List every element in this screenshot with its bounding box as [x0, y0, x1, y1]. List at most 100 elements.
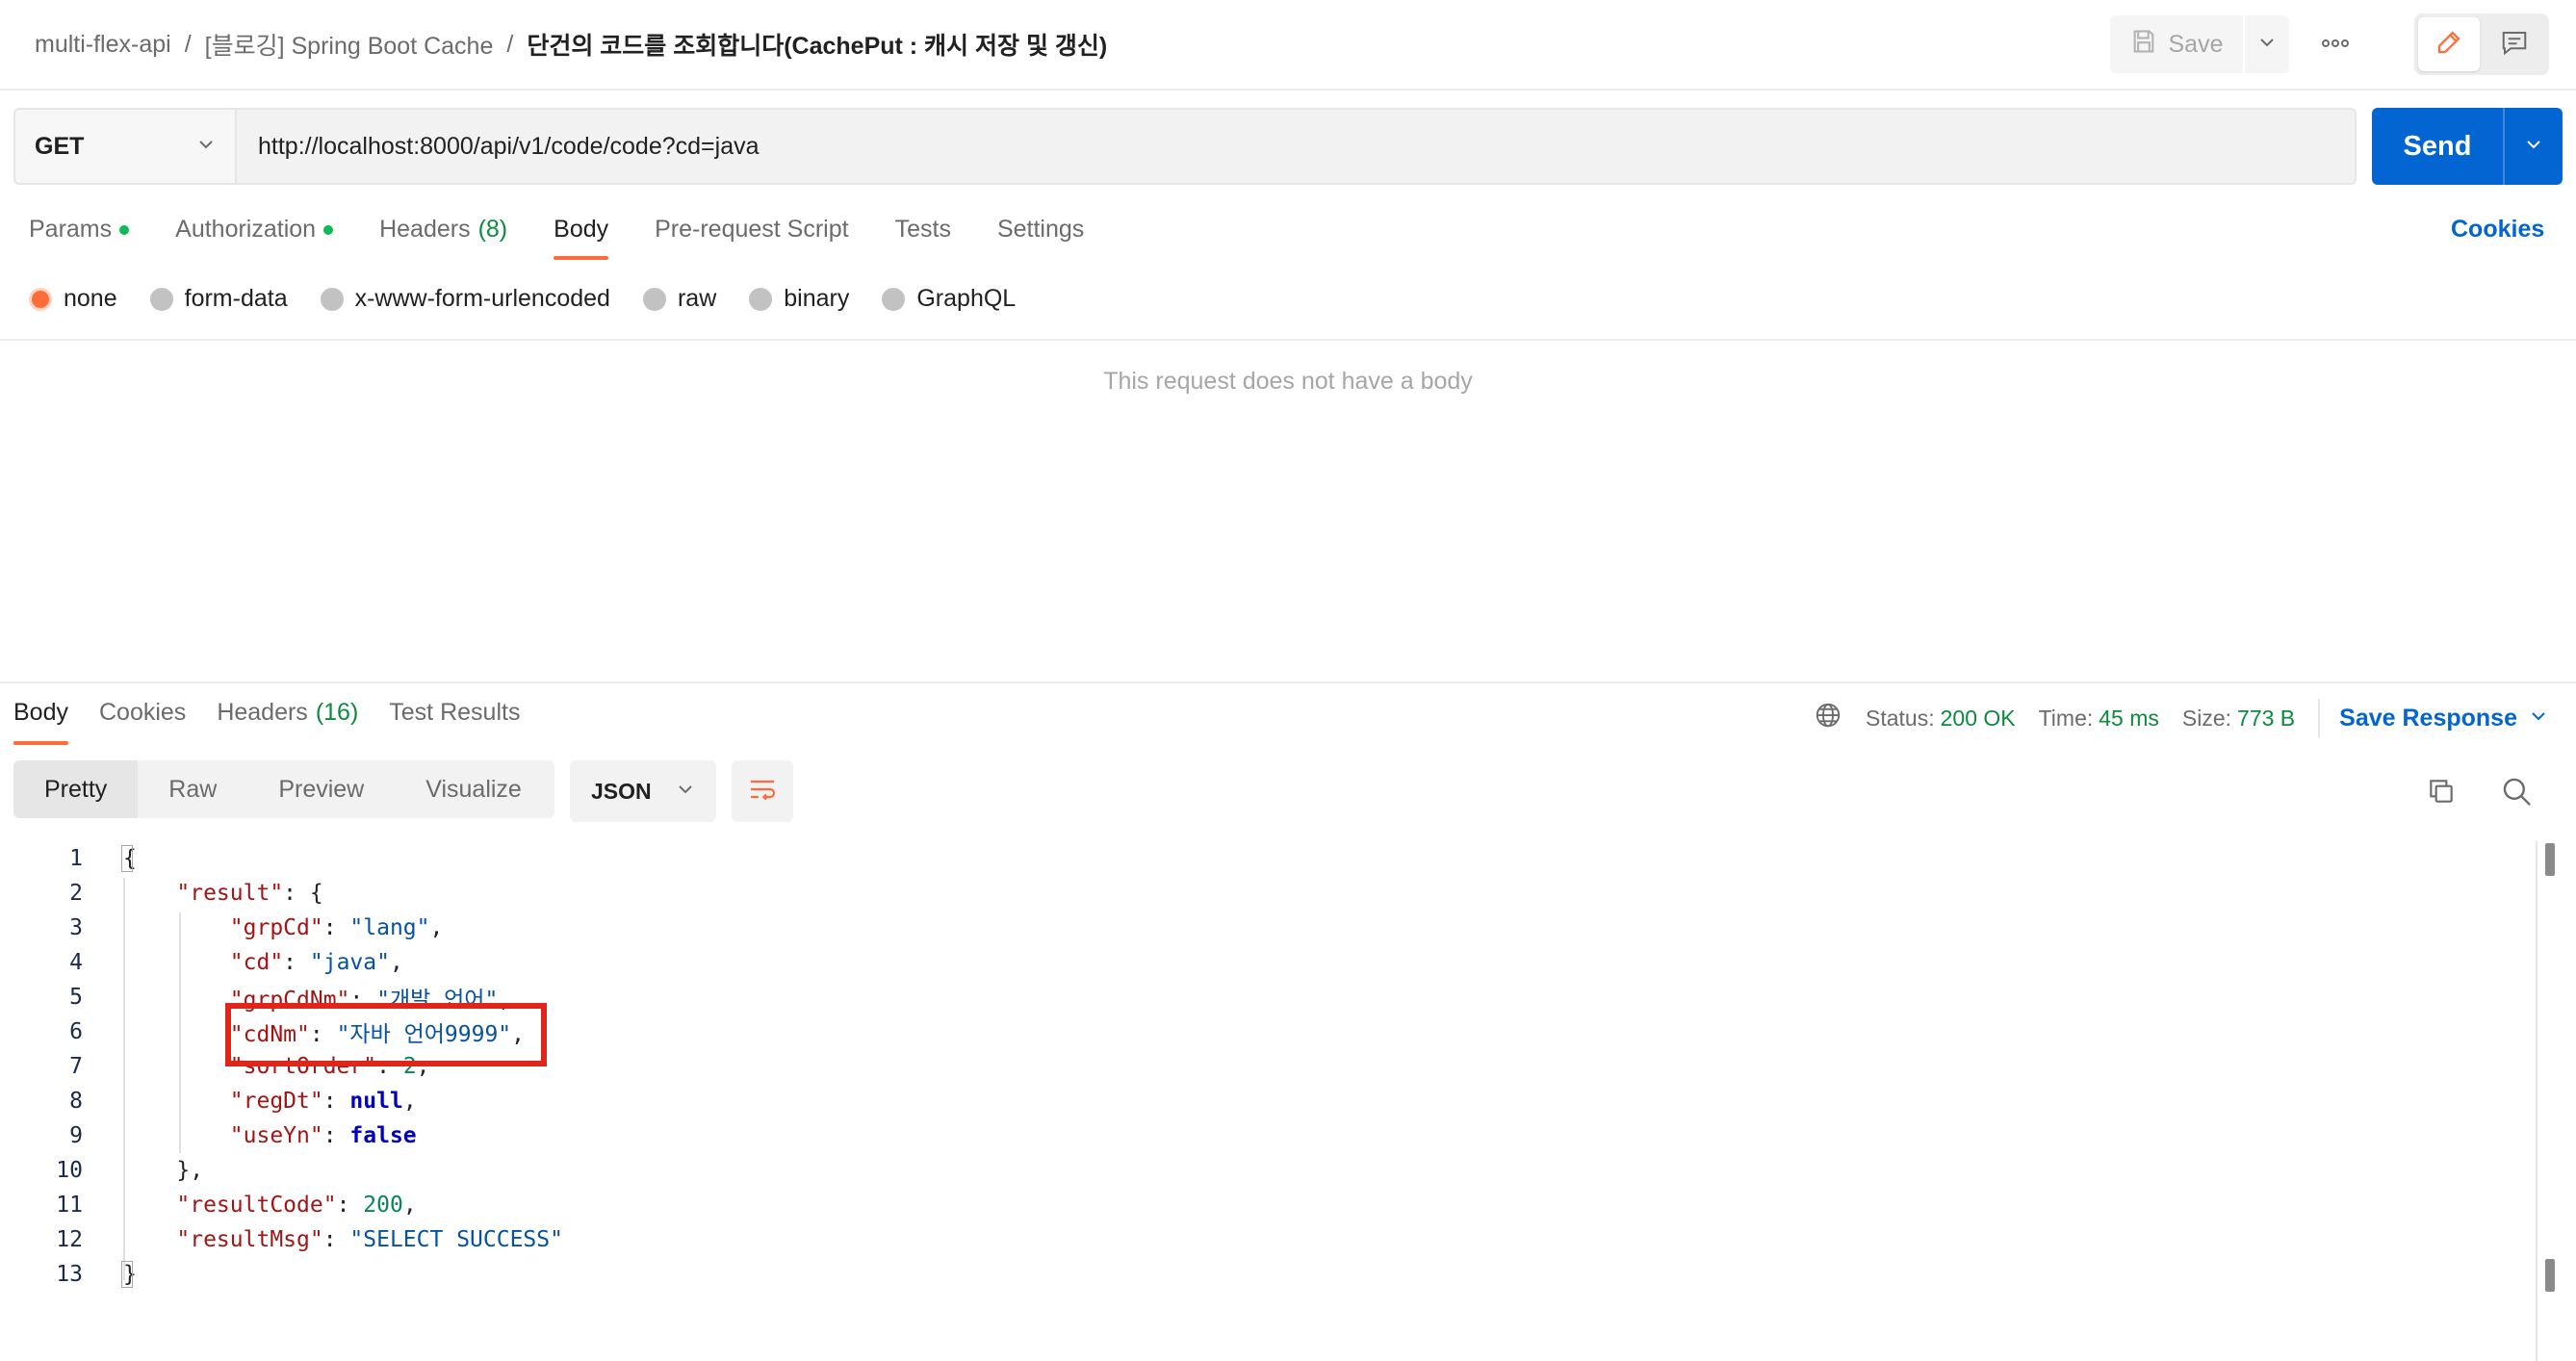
format-select[interactable]: JSON — [570, 760, 716, 822]
save-response-button[interactable]: Save Response — [2339, 705, 2548, 732]
ellipsis-icon — [2321, 36, 2350, 53]
send-options-button[interactable] — [2503, 108, 2563, 185]
radio-x-www-form-urlencoded[interactable]: x-www-form-urlencoded — [320, 285, 610, 313]
method-select[interactable]: GET — [13, 108, 237, 185]
line-number: 8 — [69, 1089, 83, 1114]
globe-icon[interactable] — [1814, 701, 1842, 735]
size-readout[interactable]: Size: 773 B — [2182, 706, 2295, 732]
code-line: 12 "resultMsg": "SELECT SUCCESS" — [0, 1222, 2541, 1257]
save-response-label: Save Response — [2339, 704, 2517, 732]
breadcrumb-folder[interactable]: [블로깅] Spring Boot Cache — [205, 27, 494, 62]
status-value: 200 OK — [1940, 705, 2016, 731]
json-key: "result" — [176, 881, 284, 906]
response-tab-test-results[interactable]: Test Results — [389, 699, 520, 745]
breadcrumb-request-name[interactable]: 단건의 코드를 조회합니다(CachePut : 캐시 저장 및 갱신) — [527, 27, 1107, 62]
radio-circle[interactable] — [882, 287, 906, 311]
send-group: Send — [2372, 108, 2563, 185]
line-number: 1 — [69, 846, 83, 871]
response-view-modes: Pretty Raw Preview Visualize — [13, 760, 554, 818]
radio-raw[interactable]: raw — [642, 285, 716, 313]
response-tabs: Body Cookies Headers (16) Test Results — [13, 699, 520, 747]
edit-mode-button[interactable] — [2418, 17, 2480, 71]
request-header: multi-flex-api / [블로깅] Spring Boot Cache… — [0, 0, 2576, 90]
more-actions-button[interactable] — [2310, 15, 2360, 73]
json-key: "regDt" — [229, 1089, 323, 1114]
code-text: }, — [123, 1158, 204, 1183]
floppy-disk-icon — [2130, 28, 2157, 62]
line-number: 7 — [69, 1054, 83, 1079]
view-mode-visualize[interactable]: Visualize — [395, 760, 553, 818]
line-number: 13 — [56, 1262, 83, 1287]
response-code-viewer[interactable]: 1 { 2 "result": { 3 "grpCd": "lang", 4 "… — [0, 841, 2541, 1292]
breadcrumb: multi-flex-api / [블로깅] Spring Boot Cache… — [35, 27, 1107, 62]
radio-circle[interactable] — [149, 287, 173, 311]
tab-body[interactable]: Body — [554, 216, 608, 262]
tab-label: Authorization — [175, 216, 317, 243]
response-tab-cookies[interactable]: Cookies — [99, 699, 186, 745]
matching-brace-marker — [121, 1261, 133, 1288]
response-tab-headers[interactable]: Headers (16) — [217, 699, 358, 745]
response-tab-body[interactable]: Body — [13, 699, 68, 745]
line-number: 2 — [69, 881, 83, 906]
tab-label: Params — [29, 216, 113, 243]
tab-pre-request-script[interactable]: Pre-request Script — [655, 216, 848, 262]
view-mode-preview[interactable]: Preview — [247, 760, 395, 818]
code-scrollbar-thumb[interactable] — [2545, 843, 2555, 876]
pane-resize-handle[interactable] — [0, 681, 2576, 683]
json-value: "lang" — [349, 915, 430, 940]
url-input[interactable] — [237, 108, 2357, 185]
copy-button[interactable] — [2422, 774, 2460, 812]
radio-circle[interactable] — [29, 287, 52, 311]
radio-circle[interactable] — [749, 287, 773, 311]
code-scrollbar-track[interactable] — [2536, 841, 2537, 1361]
wrap-lines-button[interactable] — [732, 760, 793, 822]
line-number: 9 — [69, 1123, 83, 1148]
radio-graphql[interactable]: GraphQL — [882, 285, 1016, 313]
empty-body-message: This request does not have a body — [1103, 368, 1473, 395]
code-line: 2 "result": { — [0, 876, 2541, 911]
time-readout[interactable]: Time: 45 ms — [2039, 706, 2159, 732]
indent-guide — [123, 878, 125, 1280]
save-button[interactable]: Save — [2110, 15, 2243, 73]
tab-authorization[interactable]: Authorization — [175, 216, 334, 262]
chevron-down-icon — [2529, 705, 2548, 732]
chevron-down-icon — [2257, 33, 2277, 57]
save-options-button[interactable] — [2245, 15, 2289, 73]
search-button[interactable] — [2497, 774, 2536, 812]
cookies-link[interactable]: Cookies — [2451, 216, 2544, 244]
comment-icon — [2500, 28, 2529, 62]
view-mode-pretty[interactable]: Pretty — [13, 760, 139, 818]
time-label: Time: — [2038, 705, 2094, 731]
radio-form-data[interactable]: form-data — [149, 285, 288, 313]
active-dot — [323, 225, 334, 235]
code-scrollbar-thumb[interactable] — [2545, 1259, 2555, 1292]
breadcrumb-separator: / — [506, 30, 514, 58]
code-text: "result": { — [176, 881, 323, 906]
tab-params[interactable]: Params — [29, 216, 130, 262]
divider — [2318, 699, 2321, 737]
comments-mode-button[interactable] — [2484, 17, 2545, 71]
line-number: 6 — [69, 1019, 83, 1044]
view-mode-raw[interactable]: Raw — [138, 760, 247, 818]
radio-none[interactable]: none — [29, 285, 117, 313]
active-dot — [119, 225, 130, 235]
matching-brace-marker — [121, 845, 133, 872]
radio-label: binary — [784, 285, 850, 312]
view-mode-toggle — [2414, 13, 2549, 75]
json-key: "useYn" — [229, 1123, 323, 1148]
radio-circle[interactable] — [320, 287, 344, 311]
radio-binary[interactable]: binary — [749, 285, 849, 313]
tab-headers[interactable]: Headers (8) — [379, 216, 507, 262]
code-line: 4 "cd": "java", — [0, 945, 2541, 980]
code-line: 11 "resultCode": 200, — [0, 1188, 2541, 1222]
radio-circle[interactable] — [642, 287, 666, 311]
chevron-down-icon — [2524, 135, 2543, 159]
line-number: 12 — [56, 1227, 83, 1252]
tab-settings[interactable]: Settings — [997, 216, 1084, 262]
send-button[interactable]: Send — [2372, 108, 2503, 185]
radio-label: x-www-form-urlencoded — [354, 285, 610, 312]
tab-tests[interactable]: Tests — [895, 216, 951, 262]
status-readout[interactable]: Status: 200 OK — [1866, 706, 2016, 732]
code-line: 1 { — [0, 841, 2541, 876]
breadcrumb-collection[interactable]: multi-flex-api — [35, 31, 171, 59]
